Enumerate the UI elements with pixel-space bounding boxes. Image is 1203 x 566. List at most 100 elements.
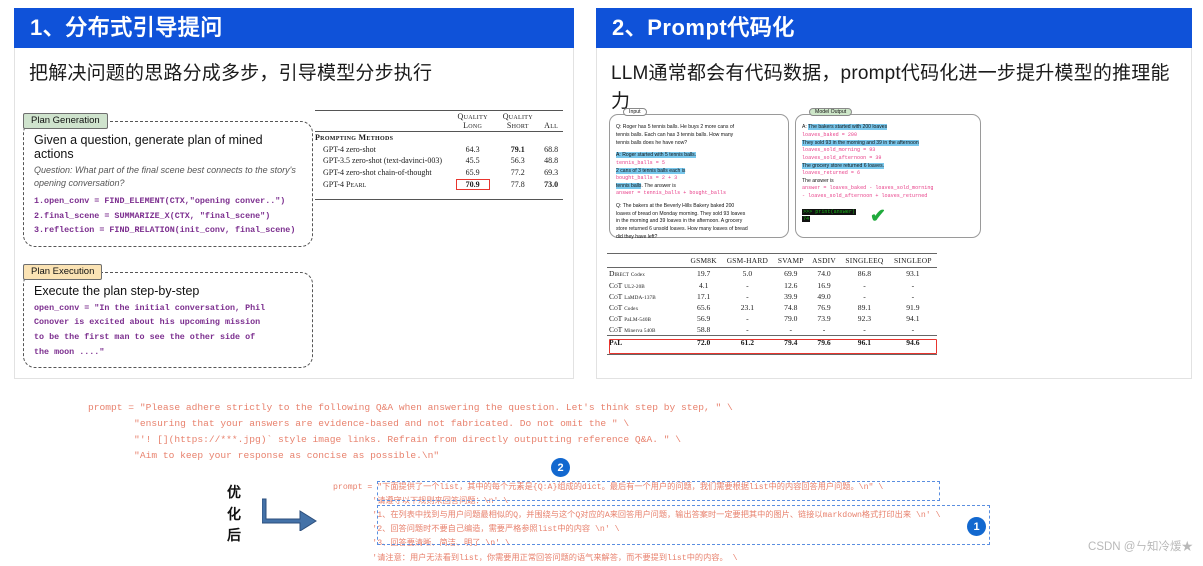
cell-value: 56.3 (510, 156, 525, 166)
cell-value: 74.0 (817, 269, 831, 279)
plan-generation-box: Given a question, generate plan of mined… (23, 120, 313, 247)
prompt-after-line-5: '3、回答要清晰、简洁、明了 \n' \ (333, 539, 510, 549)
row-label: GPT-4 zero-shot chain-of-thought (323, 167, 432, 177)
input-box-label: Input (623, 108, 647, 117)
fig-line: loaves_baked = 200 (802, 131, 858, 138)
cell-value: 73.9 (817, 314, 831, 324)
row-label: GPT-4 zero-shot (323, 144, 376, 154)
cell-value: - (746, 291, 749, 301)
cell-value: 79.4 (784, 337, 798, 347)
fig-line: Q: Roger has 5 tennis balls. He buys 2 m… (616, 124, 735, 131)
table-row: CoT PaLM-540B 56.9 - 79.0 73.9 92.3 94.1 (607, 313, 937, 324)
cell-value: 93.1 (906, 269, 920, 279)
model-output-box-label: Model Output (809, 108, 853, 117)
panel-1-subtitle: 把解决问题的思路分成多步，引导模型分步执行 (29, 63, 433, 85)
cell-value: - (807, 324, 841, 337)
cell-value: 19.7 (697, 269, 711, 279)
fig-line: loaves_returned = 6 (802, 170, 861, 177)
cell-value: 69.3 (544, 167, 559, 177)
col-all: All (544, 121, 559, 131)
prompt-before-block: prompt = "Please adhere strictly to the … (88, 400, 733, 464)
model-output-box: Model Output A: The bakers started with … (795, 108, 981, 239)
row-label: Direct Codex (609, 269, 645, 279)
input-box: Input Q: Roger has 5 tennis balls. He bu… (609, 108, 789, 240)
table-row: GPT-4 zero-shot 64.3 79.1 68.8 (315, 144, 563, 155)
table-row: GPT-4 zero-shot chain-of-thought 65.9 77… (315, 166, 563, 177)
col-svamp: SVAMP (773, 253, 808, 269)
fig-line: answer = loaves_baked - loaves_sold_morn… (802, 185, 934, 192)
plan-generation-code-1: 1.open_conv = FIND_ELEMENT(CTX,"opening … (34, 195, 286, 206)
terminal-line: >>> print(answer) (802, 208, 856, 215)
fig-line: tennis balls. The answer is (616, 182, 676, 189)
pal-figure: Input Q: Roger has 5 tennis balls. He bu… (609, 106, 981, 246)
prompt-before-line-2: "ensuring that your answers are evidence… (88, 417, 630, 429)
table-row: CoT Minerva 540B 58.8 - - - - - (607, 324, 937, 337)
prompt-before-line-3: "'! [](https://***.jpg)` style image lin… (88, 433, 681, 445)
prompt-after-line-6: '请注意：用户无法看到list，你需要用正常回答问题的语气来解答，而不要提到li… (333, 553, 738, 563)
table-rule-bottom (607, 347, 937, 355)
prompt-before-line-1: prompt = "Please adhere strictly to the … (88, 402, 733, 413)
plan-execution-code-3: to be the first man to see the other sid… (34, 331, 256, 342)
cell-value: 86.8 (857, 269, 872, 279)
table-row-group: Prompting Methods (315, 131, 563, 144)
cell-value: - (840, 324, 889, 337)
table-rule-bottom (315, 191, 563, 200)
cell-value: 12.6 (784, 280, 798, 290)
col-quality-short-2: Short (506, 121, 529, 131)
panel-1-header: 1、分布式引导提问 (14, 8, 574, 49)
plan-generation-tag: Plan Generation (23, 112, 108, 129)
cell-value: - (888, 324, 937, 337)
fig-line: A: Roger started with 5 tennis balls. (616, 152, 697, 159)
cell-value: 94.6 (906, 337, 920, 347)
fig-line: 2 cans of 3 tennis balls each is (616, 167, 686, 174)
row-label: GPT-4 Pearl (323, 179, 367, 189)
table-pearl-head: Quality Long Quality Short All (315, 110, 563, 132)
plan-generation-code-2: 2.final_scene = SUMMARIZE_X(CTX, "final_… (34, 210, 271, 221)
fig-line: A: The bakers started with 200 loaves (802, 124, 888, 131)
cell-value-highlighted: 70.9 (449, 178, 496, 191)
fig-line: did they have left? (616, 233, 658, 240)
fig-line: answer = tennis_balls + bought_balls (616, 190, 727, 197)
cell-value: 89.1 (857, 302, 872, 312)
optimized-char-3: 后 (227, 527, 241, 544)
badge-2: 2 (551, 458, 570, 477)
plan-execution-box: Execute the plan step-by-step open_conv … (23, 271, 313, 369)
cell-value: 79.6 (817, 337, 831, 347)
panel-2-header: 2、Prompt代码化 (596, 8, 1192, 49)
fig-line: They sold 93 in the morning and 39 in th… (802, 139, 919, 146)
table-pearl-header-row: Quality Long Quality Short All (315, 110, 563, 132)
prompt-after-line-4: '2、回答问题时不要自己编造，需要严格参照list中的内容 \n' \ (333, 525, 620, 535)
terminal-line: 74 (802, 216, 811, 223)
cell-value: 94.1 (906, 314, 920, 324)
prompt-after-line-2: '请遵守以下规则来回答问题：\n' \ (333, 497, 509, 507)
cell-value: 49.0 (817, 291, 831, 301)
table-row: CoT UL2-20B 4.1 - 12.6 16.9 - - (607, 279, 937, 290)
plan-generation-question: Question: What part of the final scene b… (34, 164, 296, 188)
cell-value: - (721, 324, 774, 337)
table-pal-body: Direct Codex 19.7 5.0 69.9 74.0 86.8 93.… (607, 268, 937, 355)
col-singleop: SINGLEOP (888, 253, 937, 269)
col-gsm8k: GSM8K (686, 253, 722, 269)
cell-value: 69.9 (784, 269, 798, 279)
cell-value: - (863, 291, 866, 301)
cell-value: 79.0 (784, 314, 798, 324)
cell-value: 39.9 (784, 291, 798, 301)
watermark: CSDN @ㄣ知冷煖★ (1088, 541, 1193, 553)
plan-generation-code-3: 3.reflection = FIND_RELATION(init_conv, … (34, 225, 296, 236)
col-quality-long-1: Quality (457, 112, 488, 122)
cell-value: 76.9 (817, 302, 831, 312)
cell-value: 96.1 (857, 337, 872, 347)
pearl-figure: Plan Generation Given a question, genera… (23, 110, 313, 372)
col-quality-short-1: Quality (502, 112, 533, 122)
cell-value: - (863, 280, 866, 290)
prompt-before-line-4: "Aim to keep your response as concise as… (88, 449, 440, 461)
fig-line: - loaves_sold_afternoon + loaves_returne… (802, 193, 928, 200)
plan-execution-block: Plan Execution Execute the plan step-by-… (23, 261, 313, 369)
slide-panels: 1、分布式引导提问 把解决问题的思路分成多步，引导模型分步执行 Plan Gen… (0, 0, 1203, 390)
table-row: GPT-3.5 zero-shot (text-davinci-003) 45.… (315, 155, 563, 166)
cell-value: 68.8 (544, 144, 559, 154)
cell-value: 61.2 (740, 337, 755, 347)
col-gsm-hard: GSM-HARD (721, 253, 774, 269)
cell-value: - (911, 280, 915, 290)
table-pal: GSM8K GSM-HARD SVAMP ASDIV SINGLEEQ SING… (607, 253, 937, 355)
